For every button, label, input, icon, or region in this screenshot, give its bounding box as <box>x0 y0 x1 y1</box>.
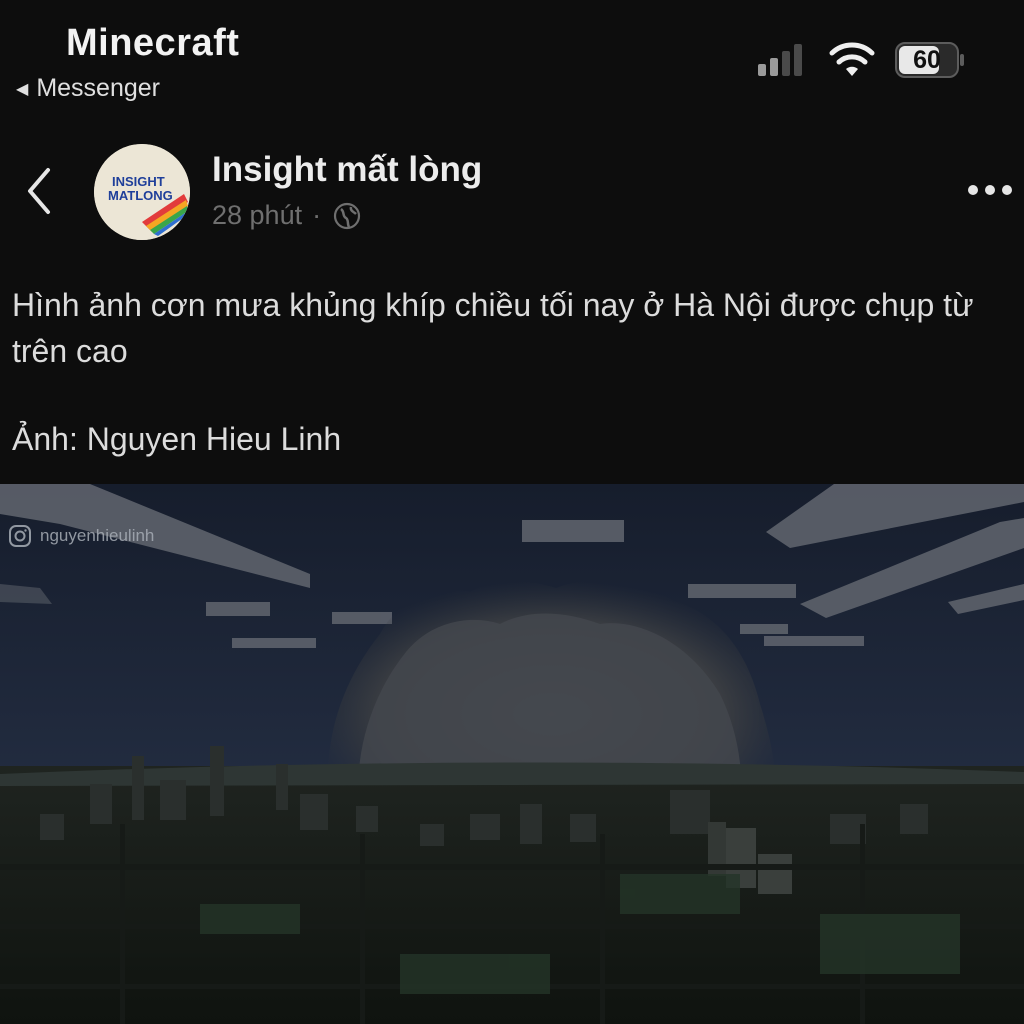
avatar-logo-line1: INSIGHT <box>112 174 165 189</box>
minecraft-storm-scene <box>0 484 1024 1024</box>
post-time[interactable]: 28 phút <box>212 200 302 231</box>
instagram-watermark: nguyenhieulinh <box>8 524 154 548</box>
app-title: Minecraft <box>66 22 240 64</box>
post-caption: Hình ảnh cơn mưa khủng khíp chiều tối na… <box>12 282 1012 462</box>
battery-icon: 60 <box>895 42 965 78</box>
instagram-icon <box>9 525 31 547</box>
back-to-messenger[interactable]: ◀ Messenger <box>16 74 160 103</box>
back-chevron-icon[interactable] <box>22 166 56 216</box>
avatar-logo-line2: MATLONG <box>108 188 173 203</box>
signal-icon <box>758 44 802 76</box>
post-photo[interactable]: nguyenhieulinh <box>0 484 1024 1024</box>
back-app-label: Messenger <box>36 74 160 102</box>
status-bar: Minecraft ◀ Messenger 60 <box>0 0 1024 110</box>
post-meta: 28 phút · <box>212 200 361 231</box>
screen: Minecraft ◀ Messenger 60 INSIGHT MATLONG… <box>0 0 1024 1024</box>
page-name[interactable]: Insight mất lòng <box>212 150 482 190</box>
battery-level: 60 <box>913 46 941 74</box>
post-header: INSIGHT MATLONG Insight mất lòng 28 phút… <box>0 130 1024 250</box>
watermark-handle: nguyenhieulinh <box>40 526 155 545</box>
globe-icon <box>333 202 361 229</box>
page-avatar[interactable]: INSIGHT MATLONG <box>94 144 190 240</box>
more-options-icon[interactable] <box>966 180 1014 200</box>
wifi-icon <box>829 42 875 76</box>
caption-text: Hình ảnh cơn mưa khủng khíp chiều tối na… <box>12 287 974 369</box>
meta-separator: · <box>312 200 322 230</box>
back-triangle-icon: ◀ <box>16 80 29 98</box>
photo-credit: Ảnh: Nguyen Hieu Linh <box>12 421 342 457</box>
